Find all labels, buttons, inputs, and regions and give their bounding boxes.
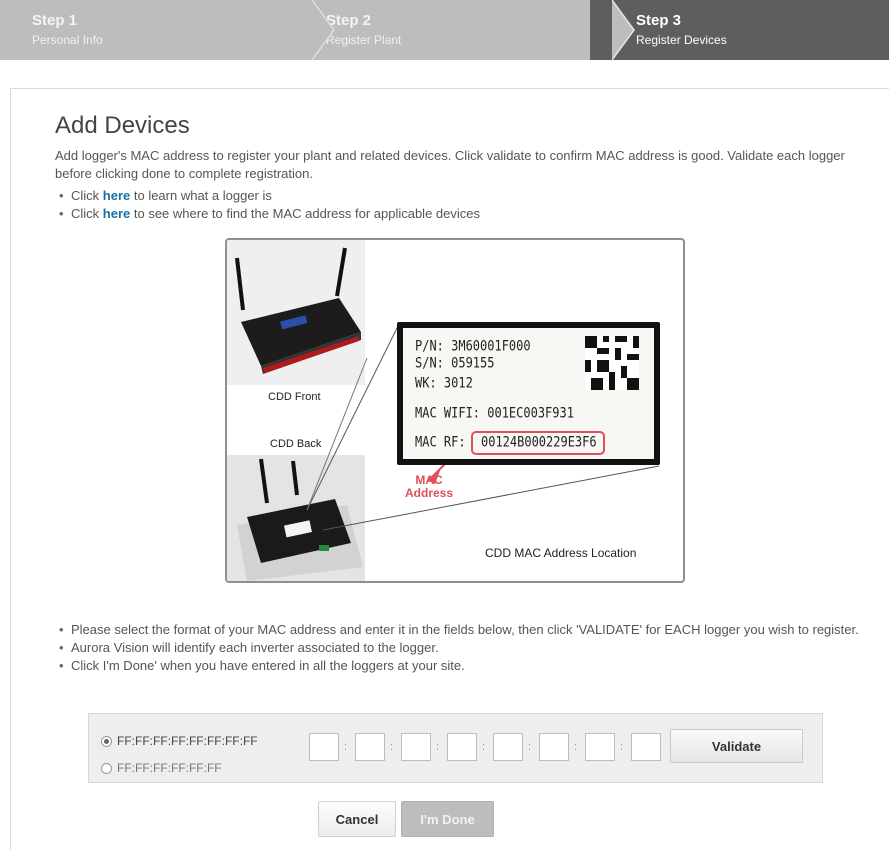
step-3-label: Register Devices	[636, 33, 727, 47]
step-1-label: Personal Info	[32, 33, 103, 47]
done-button[interactable]: I'm Done	[401, 801, 494, 837]
mac-location-help-link[interactable]: here	[103, 206, 130, 221]
format-option-6-octet[interactable]: FF:FF:FF:FF:FF:FF	[101, 761, 222, 775]
mac-octet-4-input[interactable]	[447, 733, 477, 761]
label-mac-wifi: MAC WIFI: 001EC003F931	[415, 405, 574, 422]
mac-octet-8-input[interactable]	[631, 733, 661, 761]
link-suffix: to learn what a logger is	[130, 188, 272, 203]
radio-selected-icon[interactable]	[101, 735, 112, 747]
mac-octet-7-input[interactable]	[585, 733, 615, 761]
cancel-button[interactable]: Cancel	[318, 801, 396, 837]
mac-entry-form: FF:FF:FF:FF:FF:FF:FF:FF FF:FF:FF:FF:FF:F…	[88, 713, 823, 783]
octet-separator: :	[620, 741, 624, 753]
device-label-sticker: P/N: 3M60001F000 S/N: 059155 WK: 3012 MA…	[403, 328, 654, 459]
list-item: Please select the format of your MAC add…	[57, 621, 867, 639]
mac-octet-1-input[interactable]	[309, 733, 339, 761]
link-prefix: Click	[71, 188, 103, 203]
qr-code-icon	[585, 336, 639, 390]
device-label: P/N: 3M60001F000 S/N: 059155 WK: 3012 MA…	[397, 322, 660, 465]
mac-octet-2-input[interactable]	[355, 733, 385, 761]
validate-button[interactable]: Validate	[670, 729, 803, 763]
callout-line-2: Address	[405, 486, 454, 500]
list-item: Click here to learn what a logger is	[57, 187, 480, 205]
step-1: Step 1 Personal Info	[0, 0, 335, 60]
radio-unselected-icon[interactable]	[101, 762, 112, 774]
link-prefix: Click	[71, 206, 103, 221]
label-mac-rf-value: 00124B000229E3F6	[481, 434, 597, 451]
label-mac-rf: MAC RF:	[415, 434, 466, 451]
step-2-label: Register Plant	[326, 33, 402, 47]
list-item: Click I'm Done' when you have entered in…	[57, 657, 867, 675]
format-option-label: FF:FF:FF:FF:FF:FF	[117, 761, 222, 775]
instructions-list: Please select the format of your MAC add…	[57, 621, 867, 675]
octet-separator: :	[390, 741, 394, 753]
octet-separator: :	[344, 741, 348, 753]
step-1-number: Step 1	[32, 12, 78, 29]
format-option-label: FF:FF:FF:FF:FF:FF:FF:FF	[117, 734, 258, 748]
step-2-number: Step 2	[326, 12, 372, 29]
octet-separator: :	[436, 741, 440, 753]
mac-octet-6-input[interactable]	[539, 733, 569, 761]
help-links-list: Click here to learn what a logger is Cli…	[57, 187, 480, 223]
label-wk: WK: 3012	[415, 375, 473, 392]
link-suffix: to see where to find the MAC address for…	[130, 206, 480, 221]
intro-text: Add logger's MAC address to register you…	[55, 148, 845, 181]
logger-help-link[interactable]: here	[103, 188, 130, 203]
page-title: Add Devices	[55, 112, 190, 139]
label-pn: P/N: 3M60001F000	[415, 338, 531, 355]
list-item: Aurora Vision will identify each inverte…	[57, 639, 867, 657]
octet-separator: :	[482, 741, 486, 753]
mac-location-caption: CDD MAC Address Location	[485, 546, 637, 560]
mac-octet-5-input[interactable]	[493, 733, 523, 761]
mac-location-illustration: CDD Front CDD Back P/N: 3M60001F000 S/N:…	[225, 238, 685, 583]
mac-octet-3-input[interactable]	[401, 733, 431, 761]
format-option-8-octet[interactable]: FF:FF:FF:FF:FF:FF:FF:FF	[101, 734, 258, 748]
list-item: Click here to see where to find the MAC …	[57, 205, 480, 223]
step-progress-bar: Step 1 Personal Info Step 2 Register Pla…	[0, 0, 889, 60]
step-3-number: Step 3	[636, 12, 682, 29]
octet-separator: :	[574, 741, 578, 753]
label-sn: S/N: 059155	[415, 355, 495, 372]
octet-separator: :	[528, 741, 532, 753]
mac-address-callout: MAC Address	[405, 474, 453, 500]
